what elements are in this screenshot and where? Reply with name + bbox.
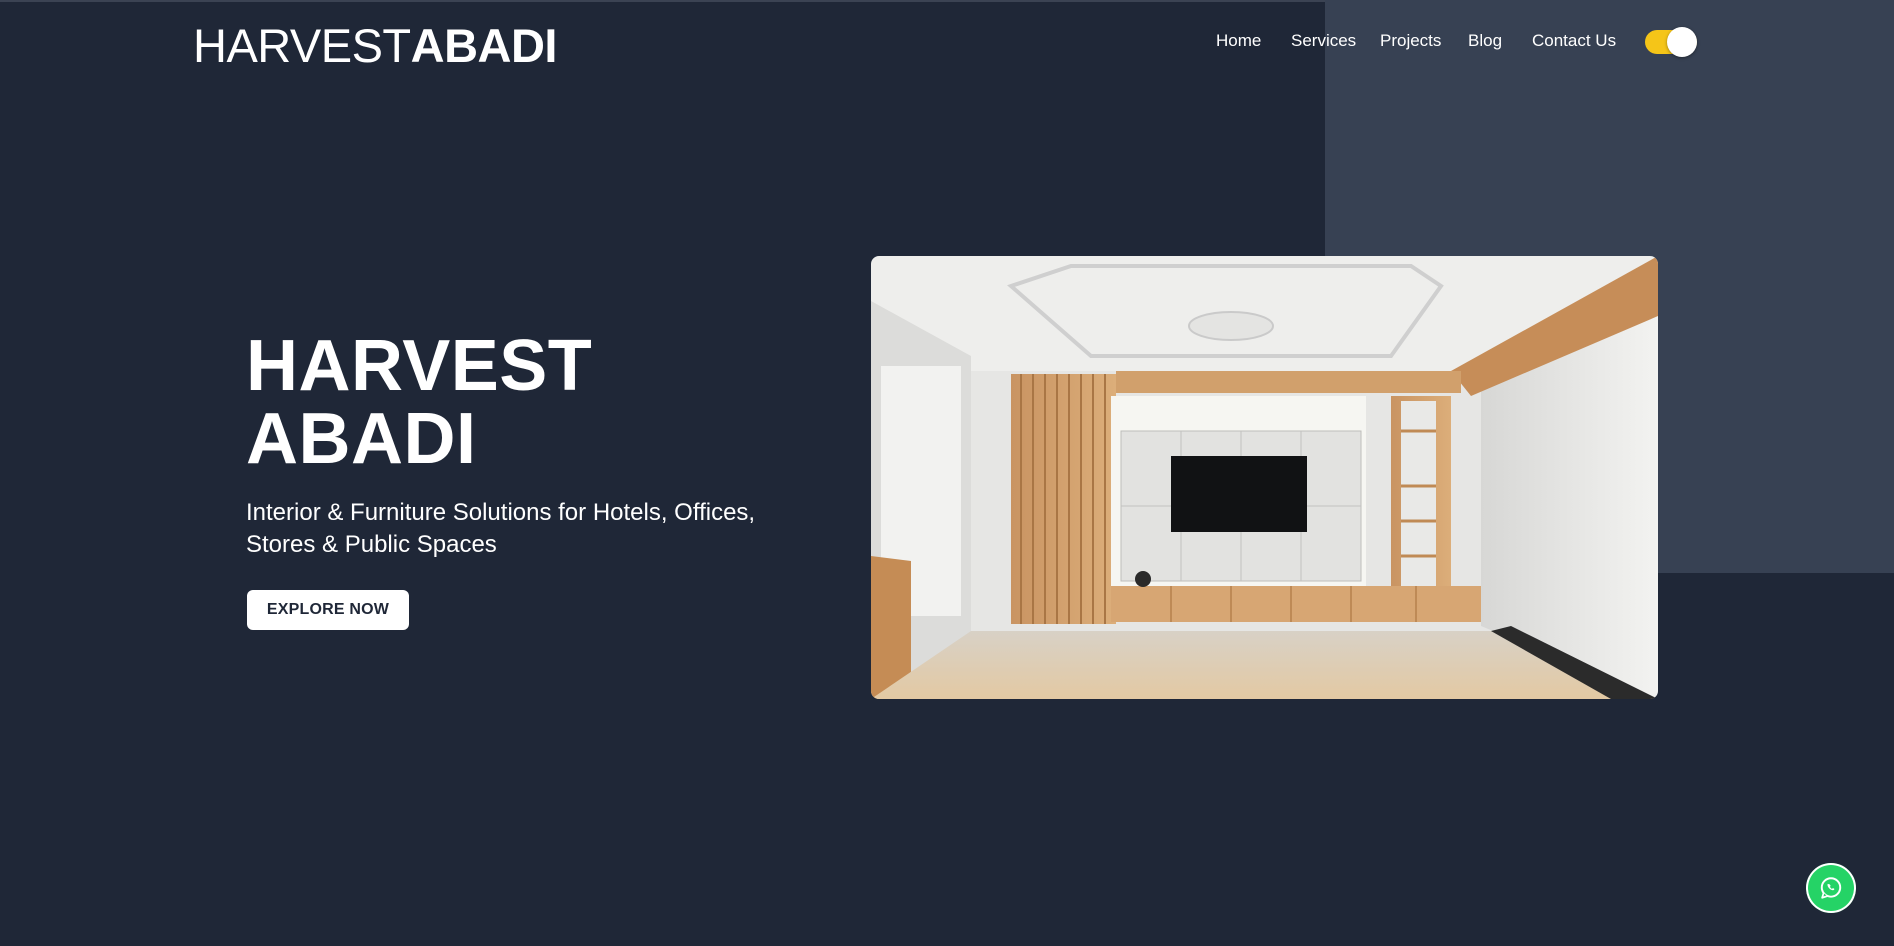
whatsapp-button[interactable] — [1806, 863, 1856, 913]
nav-home[interactable]: Home — [1216, 28, 1261, 54]
brand-logo[interactable]: HARVESTABADI — [193, 18, 557, 74]
theme-toggle[interactable] — [1645, 27, 1697, 57]
nav-contact-us[interactable]: Contact Us — [1532, 28, 1616, 54]
brand-name-bold: ABADI — [410, 19, 558, 72]
brand-name-light: HARVEST — [193, 19, 411, 72]
hero-subtitle: Interior & Furniture Solutions for Hotel… — [246, 499, 756, 558]
nav-projects[interactable]: Projects — [1380, 28, 1441, 54]
whatsapp-icon — [1820, 877, 1842, 899]
hero-title-line2: ABADI — [246, 399, 477, 479]
nav-services[interactable]: Services — [1291, 28, 1356, 54]
hero-image — [871, 256, 1658, 699]
hero-title: HARVEST ABADI — [246, 330, 592, 476]
hero-title-line1: HARVEST — [246, 326, 593, 406]
nav-blog[interactable]: Blog — [1468, 28, 1502, 54]
explore-now-button[interactable]: EXPLORE NOW — [247, 590, 409, 630]
theme-toggle-knob — [1667, 27, 1697, 57]
